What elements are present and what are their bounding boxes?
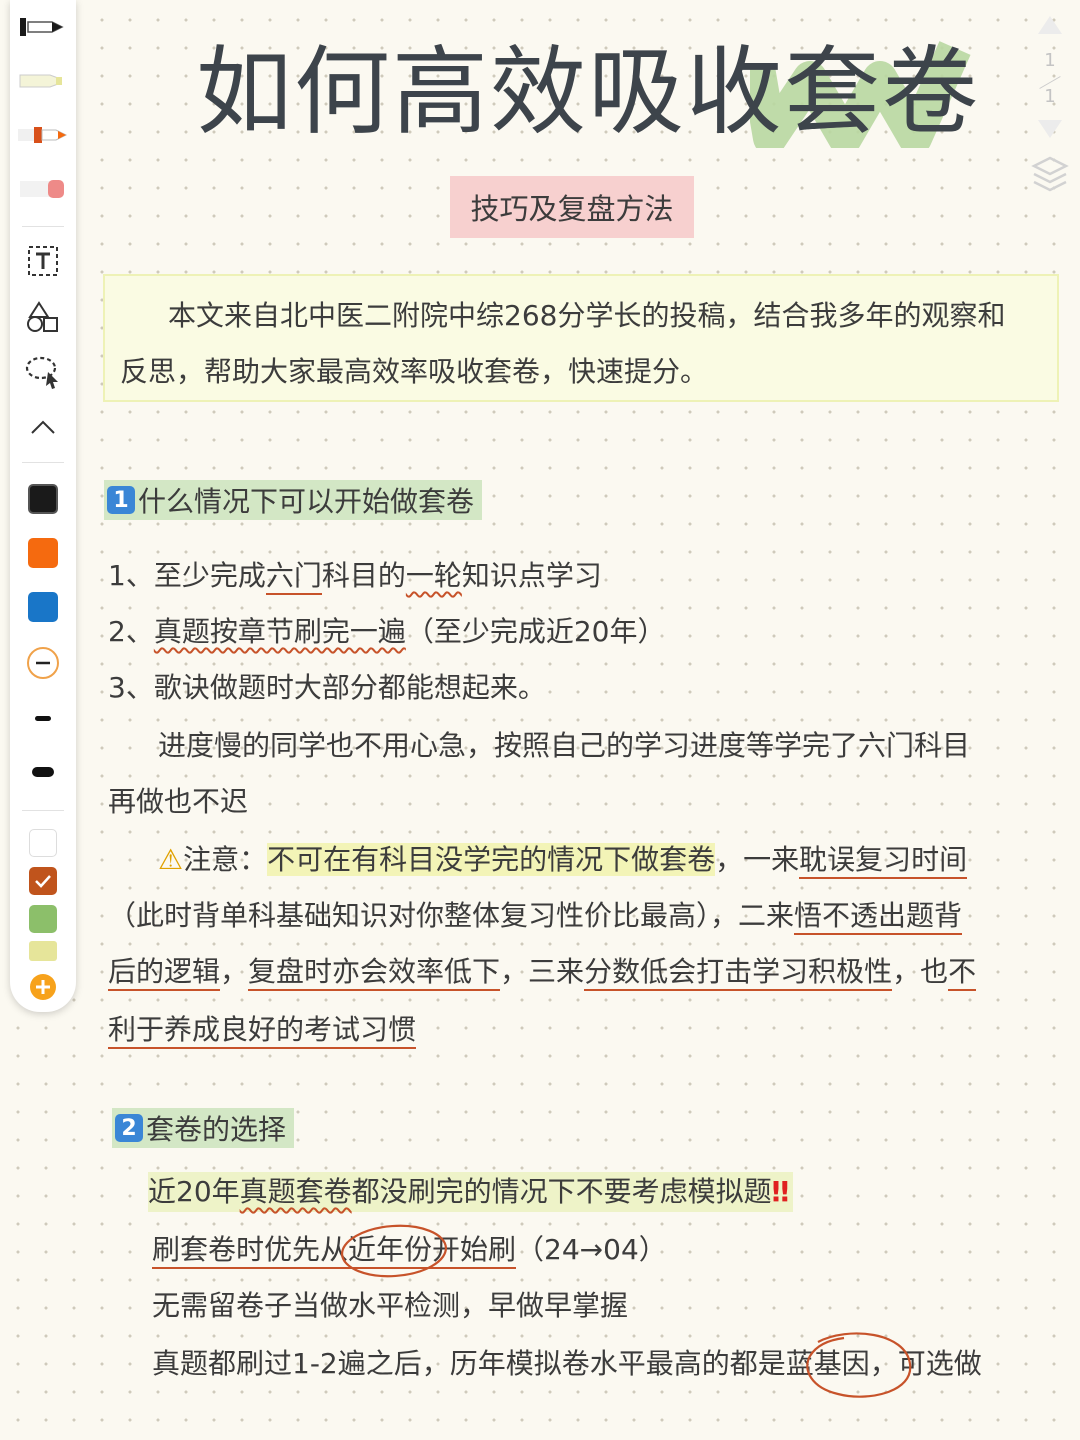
minus-circle-icon[interactable] (10, 646, 76, 680)
section-1-item-3: 3、歌诀做题时大部分都能想起来。 (108, 671, 546, 704)
check-icon (35, 875, 51, 888)
highlight-swatch-green[interactable] (10, 904, 76, 934)
stroke-thick-icon[interactable] (10, 762, 76, 782)
section-1-para-1: 进度慢的同学也不用心急，按照自己的学习进度等学完了六门科目 (158, 729, 971, 762)
note-line-1: ⚠注意：不可在有科目没学完的情况下做套卷，一来耽误复习时间 (158, 840, 968, 880)
section-1-item-1: 1、至少完成六门科目的一轮知识点学习 (108, 556, 602, 596)
current-page: 1 (1044, 50, 1056, 71)
toolbar-divider (22, 462, 64, 463)
page-navigator: 1 1 (1028, 10, 1072, 200)
subtitle-badge: 技巧及复盘方法 (450, 176, 694, 238)
page-down-icon[interactable] (1034, 116, 1066, 142)
section-1-title: 什么情况下可以开始做套卷 (138, 485, 475, 518)
shapes-icon[interactable] (10, 300, 76, 334)
warning-icon: ⚠ (158, 843, 184, 876)
page-up-icon[interactable] (1034, 12, 1066, 38)
circle-annotation (340, 1224, 448, 1278)
eraser-icon[interactable] (10, 176, 76, 202)
highlight-swatch-white[interactable] (10, 828, 76, 858)
section-2-title: 套卷的选择 (146, 1113, 287, 1146)
stroke-thin-icon[interactable] (10, 708, 76, 728)
note-line-3: 后的逻辑，复盘时亦会效率低下，三来分数低会打击学习积极性，也不 (108, 952, 977, 992)
tool-palette (10, 0, 76, 1012)
pen-icon[interactable] (10, 14, 76, 40)
total-pages: 1 (1044, 86, 1056, 107)
section-2-heading: 2 套卷的选择 (112, 1108, 295, 1148)
toolbar-divider (22, 810, 64, 811)
section-1-para-2: 再做也不迟 (108, 785, 249, 818)
intro-line-2: 反思，帮助大家最高效率吸收套卷，快速提分。 (120, 355, 709, 388)
intro-line-1: 本文来自北中医二附院中综268分学长的投稿，结合我多年的观察和 (168, 299, 1006, 332)
section-2-line-1: 近20年真题套卷都没刷完的情况下不要考虑模拟题‼ (148, 1172, 794, 1212)
section-1-item-2: 2、真题按章节刷完一遍（至少完成近20年） (108, 615, 666, 648)
lasso-icon[interactable] (10, 354, 76, 390)
color-swatch-black[interactable] (10, 482, 76, 516)
text-tool-icon[interactable] (10, 244, 76, 278)
marker-icon[interactable] (10, 122, 76, 148)
note-line-2: （此时背单科基础知识对你整体复习性价比最高），二来悟不透出题背 (108, 896, 963, 936)
double-exclamation-icon: ‼ (771, 1175, 790, 1208)
highlight-swatch-brown[interactable] (10, 866, 76, 896)
chevron-up-icon[interactable] (10, 414, 76, 440)
toolbar-divider (22, 226, 64, 227)
highlighter-icon[interactable] (10, 68, 76, 94)
color-swatch-orange[interactable] (10, 536, 76, 570)
page-title: 如何高效吸收套卷 (196, 36, 980, 148)
circle-annotation (806, 1332, 912, 1398)
add-color-icon[interactable] (10, 972, 76, 1002)
note-line-4: 利于养成良好的考试习惯 (108, 1010, 417, 1050)
section-number-badge: 2 (115, 1114, 143, 1142)
section-number-badge: 1 (107, 486, 135, 514)
color-swatch-blue[interactable] (10, 590, 76, 624)
section-2-line-3: 无需留卷子当做水平检测，早做早掌握 (152, 1289, 629, 1322)
highlight-swatch-yellow[interactable] (10, 940, 76, 962)
section-1-heading: 1 什么情况下可以开始做套卷 (104, 480, 483, 520)
layers-icon[interactable] (1030, 154, 1070, 196)
